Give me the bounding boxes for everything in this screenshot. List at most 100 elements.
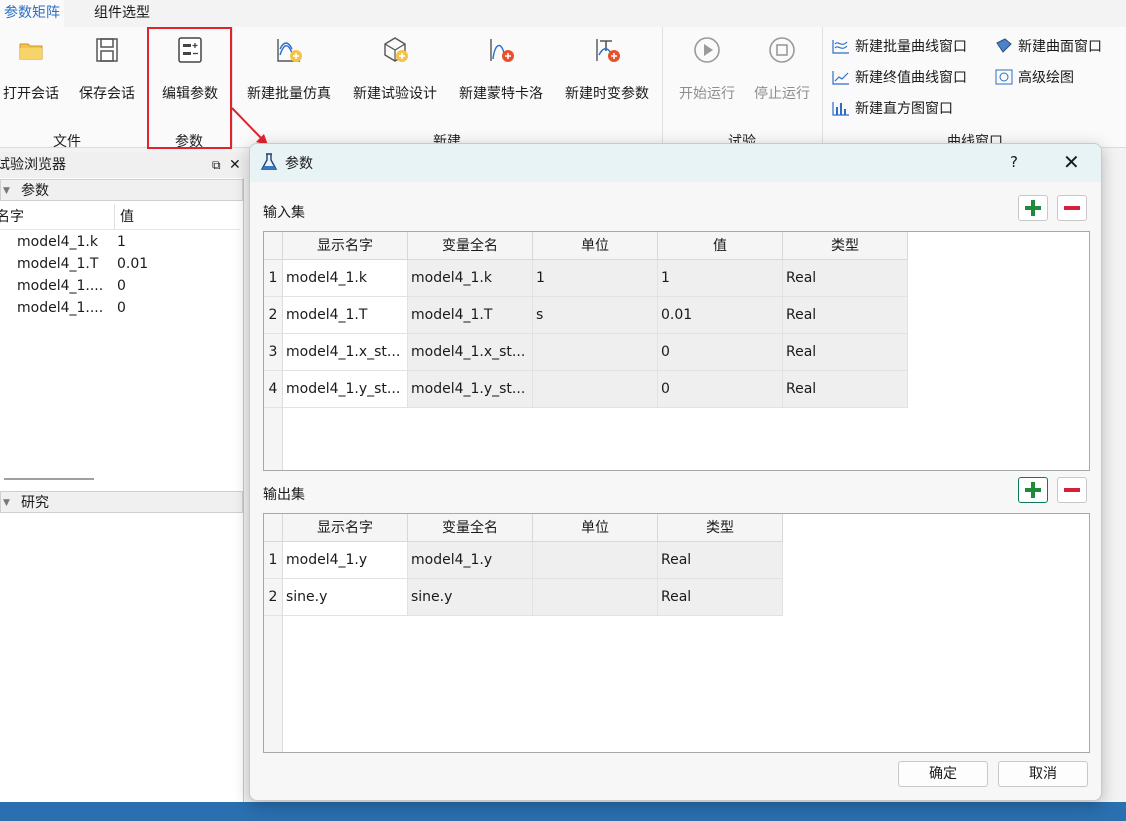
floppy-disk-icon bbox=[92, 35, 122, 65]
batch-simulation-icon bbox=[274, 35, 304, 65]
float-panel-icon[interactable]: ⧉ bbox=[212, 152, 221, 178]
help-button[interactable]: ? bbox=[1010, 153, 1018, 171]
minus-icon bbox=[1064, 488, 1080, 492]
cell-full-name[interactable]: model4_1.y_st... bbox=[408, 371, 533, 408]
advanced-plot-button[interactable]: 高级绘图 bbox=[995, 67, 1074, 89]
add-output-button[interactable] bbox=[1018, 477, 1048, 503]
row-number[interactable]: 2 bbox=[264, 297, 283, 334]
cell-value[interactable]: 0 bbox=[658, 371, 783, 408]
param-row[interactable]: model4_1.k 1 bbox=[0, 231, 240, 253]
column-value-header[interactable]: 值 bbox=[120, 204, 134, 230]
param-row[interactable]: model4_1.... 0 bbox=[0, 275, 240, 297]
remove-output-button[interactable] bbox=[1057, 477, 1087, 503]
cell-display-name[interactable]: model4_1.k bbox=[283, 260, 408, 297]
column-header-full-name[interactable]: 变量全名 bbox=[408, 232, 533, 260]
group-label-file: 文件 bbox=[53, 134, 81, 150]
dialog-title-bar: 参数 ? ✕ bbox=[250, 144, 1101, 182]
cell-full-name[interactable]: model4_1.y bbox=[408, 542, 533, 579]
column-divider[interactable] bbox=[114, 204, 115, 230]
add-input-button[interactable] bbox=[1018, 195, 1048, 221]
close-icon[interactable]: ✕ bbox=[1063, 150, 1080, 174]
table-corner bbox=[264, 514, 283, 542]
cell-display-name[interactable]: model4_1.y bbox=[283, 542, 408, 579]
cell-full-name[interactable]: model4_1.k bbox=[408, 260, 533, 297]
ribbon-tabs: 参数矩阵 组件选型 bbox=[0, 0, 1126, 27]
column-header-unit[interactable]: 单位 bbox=[533, 232, 658, 260]
cube-design-icon bbox=[380, 35, 410, 65]
column-header-display-name[interactable]: 显示名字 bbox=[283, 232, 408, 260]
ok-button[interactable]: 确定 bbox=[898, 761, 988, 787]
cell-type[interactable]: Real bbox=[658, 542, 783, 579]
row-number[interactable]: 1 bbox=[264, 260, 283, 297]
cell-type[interactable]: Real bbox=[783, 334, 908, 371]
cell-unit[interactable] bbox=[533, 371, 658, 408]
close-panel-icon[interactable]: ✕ bbox=[229, 152, 241, 178]
params-column-header: 名字 值 bbox=[0, 204, 240, 230]
cancel-button[interactable]: 取消 bbox=[998, 761, 1088, 787]
flask-icon bbox=[260, 153, 278, 175]
red-arrow-annotation bbox=[231, 107, 268, 145]
cell-display-name[interactable]: model4_1.y_st... bbox=[283, 371, 408, 408]
folder-icon bbox=[16, 35, 46, 65]
remove-input-button[interactable] bbox=[1057, 195, 1087, 221]
input-set-label: 输入集 bbox=[263, 205, 305, 221]
cell-display-name[interactable]: model4_1.x_st... bbox=[283, 334, 408, 371]
stop-run-button[interactable]: 停止运行 bbox=[750, 35, 814, 115]
cell-type[interactable]: Real bbox=[783, 297, 908, 334]
column-header-full-name[interactable]: 变量全名 bbox=[408, 514, 533, 542]
collapse-triangle-icon: ▼ bbox=[3, 498, 10, 508]
row-number[interactable]: 1 bbox=[264, 542, 283, 579]
cell-display-name[interactable]: model4_1.T bbox=[283, 297, 408, 334]
tab-component-selection[interactable]: 组件选型 bbox=[90, 0, 154, 27]
column-header-value[interactable]: 值 bbox=[658, 232, 783, 260]
cell-value[interactable]: 0.01 bbox=[658, 297, 783, 334]
column-header-display-name[interactable]: 显示名字 bbox=[283, 514, 408, 542]
row-number[interactable]: 2 bbox=[264, 579, 283, 616]
cell-type[interactable]: Real bbox=[783, 371, 908, 408]
cell-unit[interactable] bbox=[533, 542, 658, 579]
cell-display-name[interactable]: sine.y bbox=[283, 579, 408, 616]
new-final-value-curve-window-button[interactable]: 新建终值曲线窗口 bbox=[832, 67, 967, 89]
monte-carlo-icon bbox=[486, 35, 516, 65]
column-header-type[interactable]: 类型 bbox=[783, 232, 908, 260]
cell-full-name[interactable]: model4_1.x_st... bbox=[408, 334, 533, 371]
experiment-browser-panel: 试验浏览器 ⧉ ✕ ▼ 参数 名字 值 model4_1.k 1 model4_1… bbox=[0, 152, 244, 802]
cell-full-name[interactable]: model4_1.T bbox=[408, 297, 533, 334]
input-set-table: 显示名字 变量全名 单位 值 类型 1 model4_1.k model4_1.… bbox=[263, 231, 1090, 471]
cell-type[interactable]: Real bbox=[783, 260, 908, 297]
study-section-header[interactable]: ▼ 研究 bbox=[0, 491, 243, 513]
new-histogram-window-button[interactable]: 新建直方图窗口 bbox=[832, 98, 953, 120]
column-header-type[interactable]: 类型 bbox=[658, 514, 783, 542]
wave-lines-icon bbox=[832, 38, 850, 54]
row-number[interactable]: 4 bbox=[264, 371, 283, 408]
column-name-header[interactable]: 名字 bbox=[0, 204, 24, 230]
new-batch-curve-window-button[interactable]: 新建批量曲线窗口 bbox=[832, 36, 967, 58]
param-row[interactable]: model4_1.... 0 bbox=[0, 297, 240, 319]
new-monte-carlo-button[interactable]: 新建蒙特卡洛 bbox=[455, 35, 547, 115]
cell-full-name[interactable]: sine.y bbox=[408, 579, 533, 616]
cell-value[interactable]: 1 bbox=[658, 260, 783, 297]
row-number[interactable]: 3 bbox=[264, 334, 283, 371]
new-batch-simulation-button[interactable]: 新建批量仿真 bbox=[243, 35, 335, 115]
group-separator bbox=[662, 27, 663, 148]
param-row[interactable]: model4_1.T 0.01 bbox=[0, 253, 240, 275]
start-run-button[interactable]: 开始运行 bbox=[675, 35, 739, 115]
open-session-button[interactable]: 打开会话 bbox=[0, 35, 62, 115]
new-time-varying-parameter-button[interactable]: 新建时变参数 bbox=[561, 35, 653, 115]
cell-value[interactable]: 0 bbox=[658, 334, 783, 371]
params-section-header[interactable]: ▼ 参数 bbox=[0, 179, 243, 201]
cell-unit[interactable]: 1 bbox=[533, 260, 658, 297]
taskbar-strip bbox=[0, 802, 1126, 821]
save-session-button[interactable]: 保存会话 bbox=[75, 35, 139, 115]
horizontal-scrollbar[interactable] bbox=[4, 478, 94, 480]
new-surface-window-button[interactable]: 新建曲面窗口 bbox=[995, 36, 1102, 58]
cell-unit[interactable]: s bbox=[533, 297, 658, 334]
group-separator bbox=[822, 27, 823, 148]
tab-parameter-matrix[interactable]: 参数矩阵 bbox=[0, 0, 64, 27]
cell-unit[interactable] bbox=[533, 579, 658, 616]
new-experiment-design-button[interactable]: 新建试验设计 bbox=[349, 35, 441, 115]
column-header-unit[interactable]: 单位 bbox=[533, 514, 658, 542]
stop-icon bbox=[767, 35, 797, 65]
cell-unit[interactable] bbox=[533, 334, 658, 371]
cell-type[interactable]: Real bbox=[658, 579, 783, 616]
